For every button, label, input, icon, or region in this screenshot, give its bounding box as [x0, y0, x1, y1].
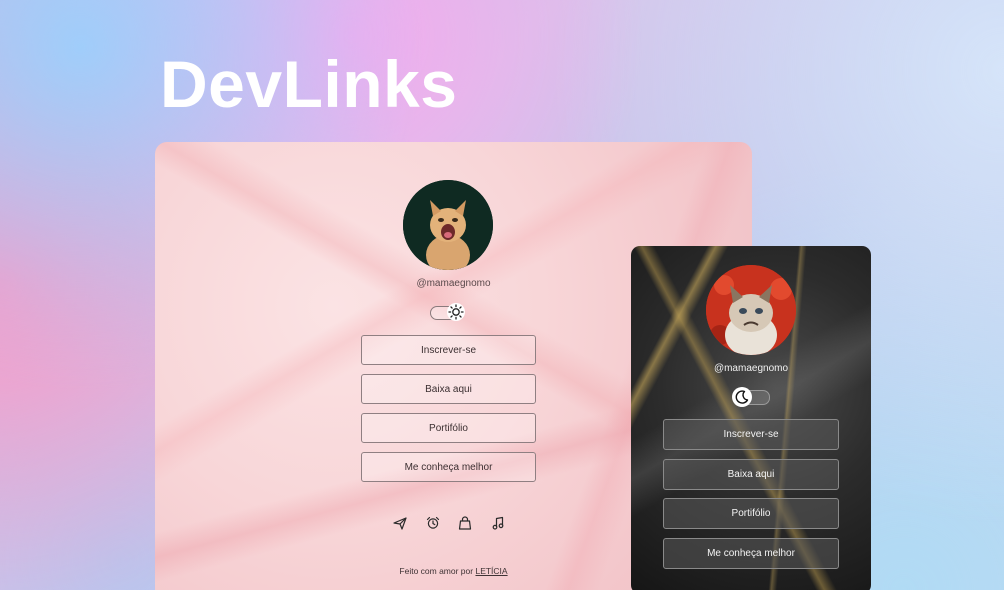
dark-profile-card: @mamaegnomo Inscrever-se Baixa aqui Port…	[631, 246, 871, 590]
link-button-baixa[interactable]: Baixa aqui	[663, 458, 839, 490]
bag-icon[interactable]	[458, 516, 472, 530]
link-list: Inscrever-se Baixa aqui Portifólio Me co…	[361, 335, 536, 491]
author-link[interactable]: LETÍCIA	[475, 566, 507, 576]
link-button-portifolio[interactable]: Portifólio	[663, 498, 839, 529]
sun-icon	[447, 303, 465, 321]
moon-icon	[732, 387, 752, 407]
footer-text: Feito com amor por	[399, 566, 476, 576]
send-icon[interactable]	[393, 516, 407, 530]
grumpy-cat-photo	[706, 265, 796, 355]
link-button-inscrever[interactable]: Inscrever-se	[663, 419, 839, 450]
alarm-clock-icon[interactable]	[426, 516, 440, 530]
theme-toggle[interactable]	[732, 387, 772, 407]
link-button-portifolio[interactable]: Portifólio	[361, 413, 536, 443]
music-icon[interactable]	[491, 516, 505, 530]
page-title: DevLinks	[160, 47, 458, 121]
link-button-conheca[interactable]: Me conheça melhor	[663, 537, 839, 569]
theme-toggle[interactable]	[430, 303, 466, 321]
link-button-inscrever[interactable]: Inscrever-se	[361, 335, 536, 365]
link-button-conheca[interactable]: Me conheça melhor	[361, 452, 536, 482]
avatar	[706, 265, 796, 355]
profile-handle: @mamaegnomo	[713, 363, 789, 374]
link-list: Inscrever-se Baixa aqui Portifólio Me co…	[663, 419, 839, 577]
cat-photo	[403, 180, 493, 270]
link-button-baixa[interactable]: Baixa aqui	[361, 374, 536, 404]
avatar	[403, 180, 493, 270]
social-links	[393, 516, 505, 530]
